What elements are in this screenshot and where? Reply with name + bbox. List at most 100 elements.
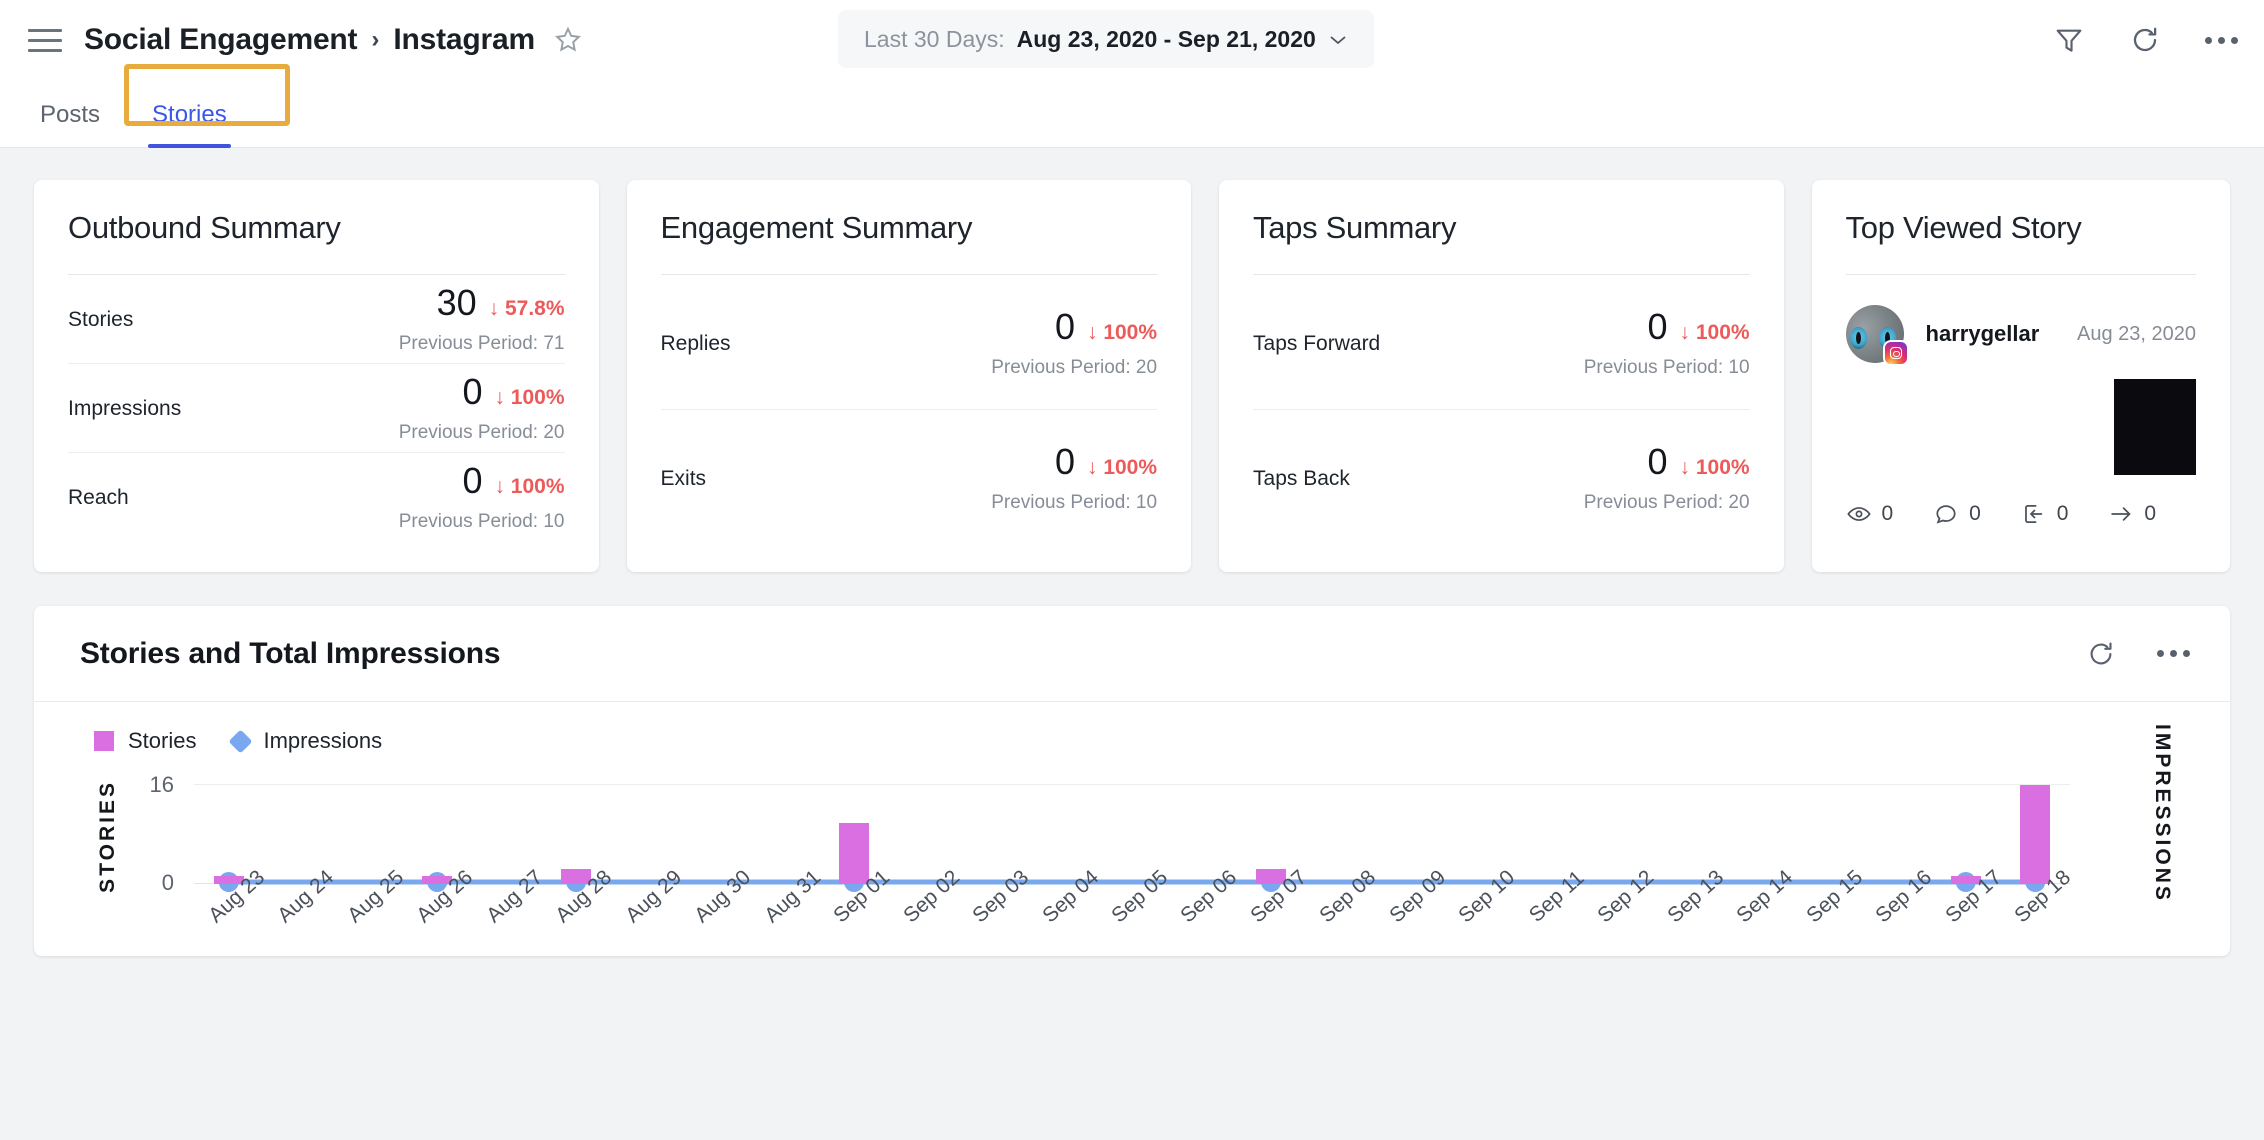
dot <box>2230 36 2238 44</box>
arrow-forward-icon <box>2111 507 2131 521</box>
hamburger-menu-icon[interactable] <box>28 23 62 57</box>
metric-delta: ↓ 100% <box>494 386 565 409</box>
metric-label: Stories <box>68 308 134 331</box>
star-outline-icon[interactable] <box>553 25 583 55</box>
legend-item-stories[interactable]: Stories <box>94 728 196 754</box>
card-title: Top Viewed Story <box>1845 210 2082 245</box>
chart-bar <box>839 823 870 884</box>
impressions-line-series <box>218 872 2046 892</box>
stat-value: 0 <box>2056 502 2069 525</box>
metric-label: Impressions <box>68 397 182 420</box>
top-bar-actions <box>2052 0 2238 80</box>
breadcrumb: Social Engagement › Instagram <box>84 23 535 57</box>
filter-icon-glyph <box>2056 29 2082 52</box>
chart-legend: Stories Impressions <box>34 702 2230 754</box>
breadcrumb-root[interactable]: Social Engagement <box>84 23 358 57</box>
chart-refresh-icon-glyph <box>2090 641 2112 664</box>
chart-refresh-icon[interactable] <box>2084 637 2118 671</box>
metric-label: Taps Forward <box>1253 332 1381 355</box>
breadcrumb-current[interactable]: Instagram <box>393 23 535 57</box>
metric-value: 0 <box>1054 441 1075 482</box>
legend-swatch-diamond-icon <box>228 728 254 754</box>
instagram-icon-glyph <box>1889 347 1902 359</box>
metric-row-impressions: Impressions 0 ↓ 100% Previous Period: 20 <box>68 364 565 452</box>
dot <box>2182 650 2190 657</box>
y-axis-title: STORIES <box>96 780 119 893</box>
app-root: Social Engagement › Instagram Last 30 Da… <box>0 0 2264 1140</box>
more-options-icon[interactable] <box>2204 23 2238 57</box>
metric-previous: Previous Period: 10 <box>991 492 1158 513</box>
summary-cards-row: Outbound Summary Stories 30 ↓ 57.8% Prev… <box>0 148 2264 572</box>
metric-delta: ↓ 100% <box>1679 456 1750 479</box>
metric-value: 0 <box>1647 306 1668 347</box>
metric-label: Taps Back <box>1253 467 1350 490</box>
stat-comments: 0 <box>1933 501 2021 527</box>
metric-delta: ↓ 57.8% <box>488 297 565 320</box>
avatar[interactable] <box>1845 305 1909 366</box>
y-axis-tick-16: 16 <box>149 772 174 797</box>
dot <box>2169 650 2177 657</box>
metric-row-taps-forward: Taps Forward 0 ↓ 100% Previous Period: 1… <box>1253 275 1750 409</box>
story-author-row: harrygellar Aug 23, 2020 <box>1845 305 2197 366</box>
filter-icon[interactable] <box>2052 23 2086 57</box>
stat-value: 0 <box>1881 502 1894 525</box>
card-taps-summary: Taps Summary Taps Forward 0 ↓ 100% Previ… <box>1219 180 1784 572</box>
top-bar: Social Engagement › Instagram Last 30 Da… <box>0 0 2264 80</box>
metric-previous: Previous Period: 20 <box>398 422 565 443</box>
metric-previous: Previous Period: 71 <box>398 333 565 354</box>
divider <box>1845 274 2197 275</box>
stat-views: 0 <box>1846 501 1934 527</box>
metric-value: 0 <box>1054 306 1075 347</box>
dot <box>2217 36 2225 44</box>
legend-label: Impressions <box>263 728 383 753</box>
legend-item-impressions[interactable]: Impressions <box>228 728 383 754</box>
tab-stories[interactable]: Stories <box>126 101 253 148</box>
chart-panel-stories-impressions: Stories and Total Impressions Stories Im… <box>34 606 2230 956</box>
exit-icon <box>2024 505 2042 523</box>
metric-label: Exits <box>660 467 707 490</box>
date-range-picker[interactable]: Last 30 Days: Aug 23, 2020 - Sep 21, 202… <box>838 10 1374 68</box>
metric-delta: ↓ 100% <box>1086 456 1158 479</box>
card-engagement-summary: Engagement Summary Replies 0 ↓ 100% Prev… <box>626 180 1192 572</box>
metric-row-reach: Reach 0 ↓ 100% Previous Period: 10 <box>68 453 565 541</box>
x-axis-labels: Aug 23 Aug 24 Aug 25 Aug 26 Aug 27 Aug 28 Aug … <box>194 866 2075 956</box>
refresh-icon[interactable] <box>2128 23 2162 57</box>
hamburger-line <box>28 48 62 52</box>
stat-value: 0 <box>2144 502 2157 525</box>
metric-delta: ↓ 100% <box>494 475 565 498</box>
breadcrumb-separator-icon: › <box>371 26 380 53</box>
metric-previous: Previous Period: 20 <box>1583 492 1750 513</box>
tab-posts[interactable]: Posts <box>14 101 126 147</box>
metric-row-stories: Stories 30 ↓ 57.8% Previous Period: 71 <box>68 275 565 363</box>
legend-label: Stories <box>128 728 197 753</box>
chart-more-options-icon[interactable] <box>2156 637 2190 671</box>
chart-bars-and-line <box>194 762 2070 892</box>
card-title: Taps Summary <box>1253 210 1457 245</box>
chart-header-actions <box>2084 637 2190 671</box>
metric-previous: Previous Period: 10 <box>1583 357 1750 378</box>
metric-label: Reach <box>68 486 129 509</box>
chevron-down-icon <box>1330 36 1346 45</box>
metric-delta: ↓ 100% <box>1679 321 1750 344</box>
metric-value: 30 <box>436 282 477 323</box>
stat-value: 0 <box>1969 502 1981 525</box>
chart-header: Stories and Total Impressions <box>34 606 2230 702</box>
avatar-detail <box>1849 327 1867 349</box>
card-title: Outbound Summary <box>68 210 341 245</box>
card-outbound-summary: Outbound Summary Stories 30 ↓ 57.8% Prev… <box>34 180 599 572</box>
y-axis-tick-0: 0 <box>161 870 174 895</box>
tab-bar: Posts Stories <box>0 64 2264 148</box>
y2-axis-title: IMPRESSIONS <box>2151 724 2174 903</box>
hamburger-line <box>28 38 62 42</box>
metric-previous: Previous Period: 20 <box>991 357 1158 378</box>
story-username[interactable]: harrygellar <box>1926 321 2040 347</box>
instagram-icon <box>1882 340 1909 366</box>
story-date: Aug 23, 2020 <box>2077 322 2197 345</box>
metric-label: Replies <box>660 332 731 355</box>
dot <box>2156 650 2164 657</box>
card-top-viewed-story: Top Viewed Story harrygellar Aug 23, 202… <box>1811 180 2231 572</box>
story-thumbnail[interactable] <box>2114 379 2197 475</box>
date-range-label: Last 30 Days: <box>864 25 1005 52</box>
card-title: Engagement Summary <box>660 210 973 245</box>
metric-previous: Previous Period: 10 <box>398 511 565 532</box>
